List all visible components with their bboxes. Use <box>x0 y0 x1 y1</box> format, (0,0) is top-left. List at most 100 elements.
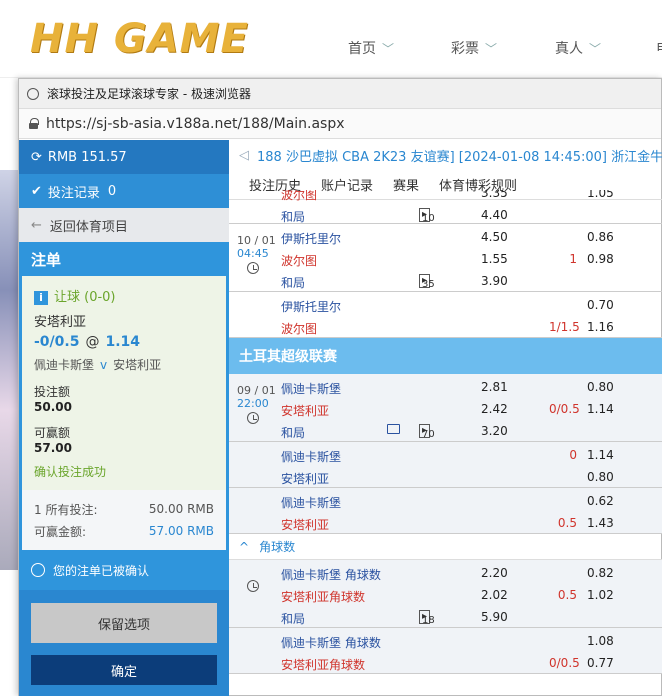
balance-text: RMB 151.57 <box>47 149 127 165</box>
draw-label: 和局 <box>281 426 306 440</box>
draw-label: 和局 <box>281 612 306 626</box>
odds-1x2[interactable]: 3.35 <box>481 190 508 200</box>
bet-accepted-banner: 您的注单已被确认 <box>19 550 229 590</box>
odds-handicap[interactable]: 1.05 <box>587 190 614 200</box>
odds-row: 安塔利亚 0.80 <box>229 466 662 488</box>
market-name: 让球 (0-0) <box>54 290 116 305</box>
accepted-text: 您的注单已被确认 <box>53 563 150 578</box>
odds-handicap[interactable]: 0.80 <box>587 380 614 394</box>
odds-1x2[interactable]: 2.42 <box>481 402 508 416</box>
tv-icon[interactable] <box>387 424 400 434</box>
odds-handicap[interactable]: 0.86 <box>587 230 614 244</box>
bet-records-link[interactable]: ✔ 投注记录 0 <box>19 174 229 208</box>
bet-confirmed-text: 确认投注成功 <box>34 465 107 479</box>
nav-live[interactable]: 真人 ﹀ <box>555 38 601 58</box>
odds-handicap[interactable]: 1.14 <box>587 402 614 416</box>
team-name: 佩迪卡斯堡 <box>281 382 342 396</box>
chevron-down-icon: ﹀ <box>382 42 395 56</box>
corners-section-header[interactable]: ^ 角球数 <box>229 534 662 560</box>
nav-more[interactable]: 电 <box>656 38 662 58</box>
odds-1x2[interactable]: 1.55 <box>481 252 508 266</box>
match-alt-line: 佩迪卡斯堡 0 1.14 安塔利亚 0.80 <box>229 442 662 488</box>
team-name: 波尔图 <box>281 254 318 268</box>
odds-handicap[interactable]: 1.02 <box>587 588 614 602</box>
team-name: 安塔利亚 <box>281 472 330 486</box>
team-name: 佩迪卡斯堡 角球数 <box>281 568 381 582</box>
more-markets-badge[interactable]: 35 ▸ <box>419 274 435 290</box>
odds-1x2[interactable]: 5.90 <box>481 610 508 624</box>
odds-handicap[interactable]: 0.77 <box>587 656 614 670</box>
corners-label: 角球数 <box>259 540 296 554</box>
back-label: 返回体育项目 <box>49 219 128 235</box>
odds-row: 波尔图 1.55 1 0.98 <box>229 248 662 270</box>
odds-1x2[interactable]: 4.40 <box>481 208 508 222</box>
popup-window: 滚球投注及足球滚球专家 - 极速浏览器 https://sj-sb-asia.v… <box>18 78 662 696</box>
address-bar[interactable]: https://sj-sb-asia.v188a.net/188/Main.as… <box>19 109 661 139</box>
odds-handicap[interactable]: 0.82 <box>587 566 614 580</box>
odds-handicap[interactable]: 0.62 <box>587 494 614 508</box>
site-logo[interactable]: HH GAME <box>30 16 249 62</box>
team-name: 安塔利亚 <box>281 518 330 532</box>
team-name: 安塔利亚角球数 <box>281 590 366 604</box>
odds-row: 佩迪卡斯堡 角球数 1.08 <box>229 630 662 652</box>
odds-row: 佩迪卡斯堡 2.81 0.80 <box>229 376 662 398</box>
league-header[interactable]: 土耳其超级联赛 <box>229 338 662 374</box>
odds-handicap[interactable]: 1.08 <box>587 634 614 648</box>
odds-handicap[interactable]: 0.80 <box>587 470 614 484</box>
odds-row: 波尔图 3.35 1.05 <box>229 190 662 204</box>
odds-row: 和局 10 ▸ 4.40 <box>229 204 662 223</box>
selection-name: 安塔利亚 <box>34 315 87 330</box>
betslip-panel: ⟳ RMB 151.57 ✔ 投注记录 0 ← 返回体育项目 注单 i 让球 (0… <box>19 140 229 696</box>
odds-handicap[interactable]: 0.98 <box>587 252 614 266</box>
odds-handicap[interactable]: 0.70 <box>587 298 614 312</box>
team-name: 佩迪卡斯堡 角球数 <box>281 636 381 650</box>
odds-row: 安塔利亚角球数 0/0.5 0.77 <box>229 652 662 674</box>
odds-row: 和局 70 ▸ 3.20 <box>229 420 662 442</box>
betslip-title: 注单 <box>19 242 229 276</box>
team-name: 安塔利亚角球数 <box>281 658 366 672</box>
handicap-line: i 让球 (0-0) <box>34 286 214 305</box>
keep-selections-button[interactable]: 保留选项 <box>31 603 217 643</box>
url-text[interactable]: https://sj-sb-asia.v188a.net/188/Main.as… <box>46 116 345 132</box>
odds-1x2[interactable]: 3.90 <box>481 274 508 288</box>
odds-row: 和局 35 ▸ 3.90 <box>229 270 662 292</box>
event-title-bar[interactable]: ◁ 188 沙巴虚拟 CBA 2K23 友谊赛] [2024-01-08 14:… <box>229 140 662 170</box>
odds-row: 伊斯托里尔 0.70 <box>229 294 662 316</box>
arrow-left-icon: ← <box>31 217 42 233</box>
odds-1x2[interactable]: 3.20 <box>481 424 508 438</box>
odds-handicap[interactable]: 1.14 <box>587 448 614 462</box>
odds-row: 和局 18 ▸ 5.90 <box>229 606 662 628</box>
handicap-line: 0.5 <box>557 588 577 602</box>
nav-lottery[interactable]: 彩票 ﹀ <box>451 38 497 58</box>
odds-value: 1.14 <box>105 334 141 350</box>
away-team: 安塔利亚 <box>113 358 162 372</box>
balance-bar[interactable]: ⟳ RMB 151.57 <box>19 140 229 174</box>
odds-row: 安塔利亚 0.5 1.43 <box>229 512 662 534</box>
win-label: 可赢额 <box>34 426 71 440</box>
match-group: 10 / 01 04:45 伊斯托里尔 4.50 0.86 波尔图 1.55 1… <box>229 224 662 292</box>
confirm-button[interactable]: 确定 <box>31 655 217 685</box>
records-count: 0 <box>107 183 117 199</box>
match-alt-line: 佩迪卡斯堡 0.62 安塔利亚 0.5 1.43 <box>229 488 662 534</box>
team-name: 安塔利亚 <box>281 404 330 418</box>
team-name: 佩迪卡斯堡 <box>281 450 342 464</box>
odds-handicap[interactable]: 1.43 <box>587 516 614 530</box>
more-markets-badge[interactable]: 18 ▸ <box>419 610 435 626</box>
odds-1x2[interactable]: 4.50 <box>481 230 508 244</box>
corners-alt-line: 佩迪卡斯堡 角球数 1.08 安塔利亚角球数 0/0.5 0.77 <box>229 628 662 674</box>
handicap-line: 1/1.5 <box>549 320 580 334</box>
check-circle-icon <box>31 563 45 577</box>
back-to-sports-button[interactable]: ← 返回体育项目 <box>19 208 229 242</box>
odds-1x2[interactable]: 2.02 <box>481 588 508 602</box>
chevron-down-icon: ﹀ <box>589 42 602 56</box>
refresh-icon[interactable]: ⟳ <box>31 150 42 165</box>
odds-1x2[interactable]: 2.20 <box>481 566 508 580</box>
stake-value: 50.00 <box>34 400 72 414</box>
nav-home[interactable]: 首页 ﹀ <box>348 38 394 58</box>
odds-row: 佩迪卡斯堡 角球数 2.20 0.82 <box>229 562 662 584</box>
more-markets-badge[interactable]: 70 ▸ <box>419 424 435 440</box>
match-group: 09 / 01 22:00 佩迪卡斯堡 2.81 0.80 安塔利亚 2.42 … <box>229 374 662 442</box>
odds-handicap[interactable]: 1.16 <box>587 320 614 334</box>
odds-1x2[interactable]: 2.81 <box>481 380 508 394</box>
more-markets-badge[interactable]: 10 ▸ <box>419 208 435 223</box>
